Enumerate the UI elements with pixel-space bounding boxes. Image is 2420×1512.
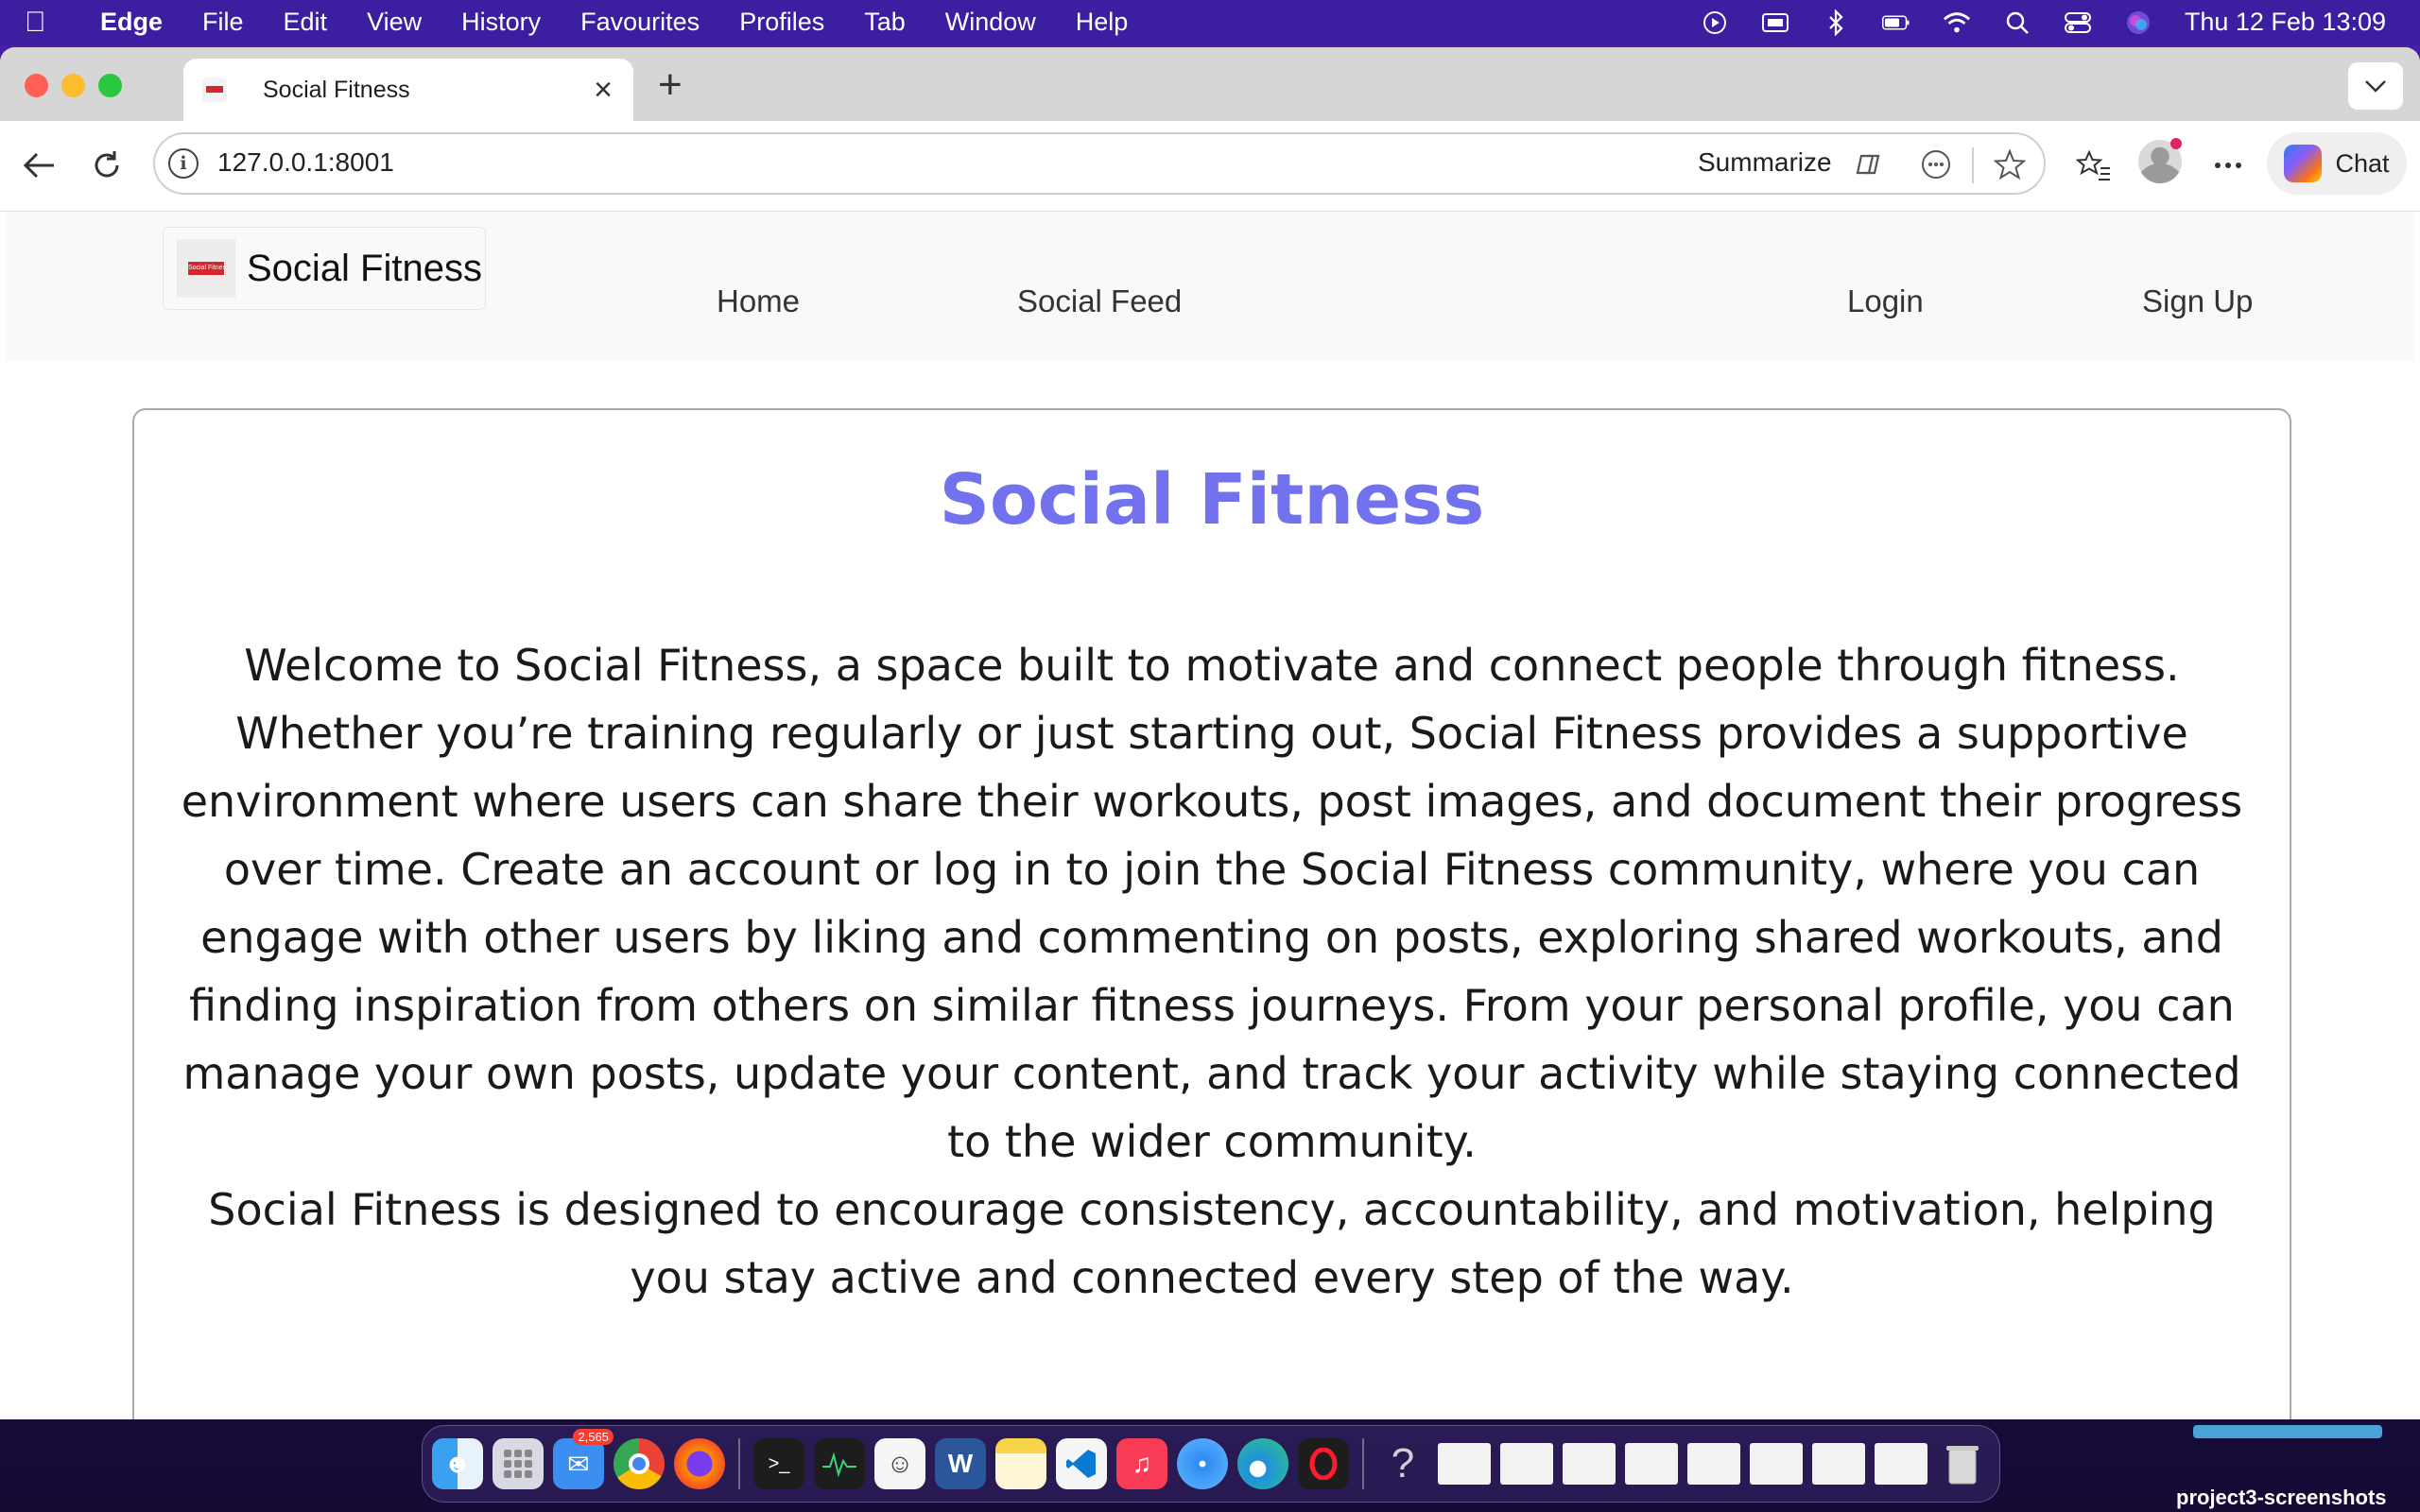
minimized-window-thumbnail[interactable] [1500, 1443, 1553, 1485]
mail-badge: 2,565 [573, 1429, 614, 1445]
menu-bar-status-area: Thu 12 Feb 13:09 [1701, 0, 2386, 44]
summarize-button[interactable]: Summarize [1698, 147, 1832, 178]
bluetooth-icon[interactable] [1822, 9, 1850, 36]
screen-mirroring-icon[interactable] [1761, 10, 1789, 35]
new-tab-plus-icon[interactable]: + [658, 64, 683, 106]
word-icon[interactable]: W [935, 1438, 986, 1489]
welcome-paragraph: Welcome to Social Fitness, a space built… [181, 640, 2243, 1167]
minimized-window-thumbnail[interactable] [1750, 1443, 1803, 1485]
web-page: Social Fitness Social Fitness Home Socia… [6, 212, 2414, 1419]
favourite-star-icon[interactable] [1991, 146, 2029, 183]
back-arrow-icon[interactable] [15, 142, 62, 189]
site-favicon-icon [202, 77, 227, 102]
control-center-icon[interactable] [2064, 10, 2092, 35]
menu-view[interactable]: View [367, 8, 422, 37]
welcome-card: Social Fitness Welcome to Social Fitness… [132, 408, 2291, 1419]
minimized-window-thumbnail[interactable] [1438, 1443, 1491, 1485]
nav-login-link[interactable]: Login [1847, 284, 1924, 319]
favourites-list-icon[interactable] [2070, 142, 2118, 189]
vscode-icon[interactable] [1056, 1438, 1107, 1489]
launchpad-icon[interactable] [493, 1438, 544, 1489]
activity-monitor-icon[interactable] [814, 1438, 865, 1489]
url-text[interactable]: 127.0.0.1:8001 [217, 147, 394, 178]
edge-icon[interactable] [1237, 1438, 1288, 1489]
tab-social-fitness[interactable]: Social Fitness × [183, 59, 633, 121]
notes-icon[interactable] [995, 1438, 1046, 1489]
terminal-icon[interactable]: >_ [753, 1438, 804, 1489]
mail-icon[interactable]: ✉ 2,565 [553, 1429, 614, 1489]
menu-tab[interactable]: Tab [864, 8, 906, 37]
page-title: Social Fitness [939, 459, 1485, 541]
address-bar[interactable]: i 127.0.0.1:8001 Summarize [153, 132, 2046, 195]
app-menu-edge[interactable]: Edge [100, 8, 163, 37]
tab-list-chevron-icon[interactable] [2348, 62, 2403, 110]
menu-file[interactable]: File [202, 8, 244, 37]
copilot-summarize-icon[interactable] [1849, 146, 1887, 183]
menu-window[interactable]: Window [945, 8, 1036, 37]
menu-bar-clock[interactable]: Thu 12 Feb 13:09 [2185, 8, 2386, 37]
macos-dock: ☻ ✉ 2,565 >_ ☺ W ♫ ? [422, 1425, 2000, 1503]
welcome-text: Welcome to Social Fitness, a space built… [174, 631, 2250, 1312]
brand-logo-text: Social Fitness [188, 262, 224, 275]
browser-toolbar: i 127.0.0.1:8001 Summarize Chat [0, 121, 2420, 212]
help-icon[interactable]: ? [1377, 1438, 1428, 1489]
menu-history[interactable]: History [461, 8, 541, 37]
wifi-icon[interactable] [1943, 10, 1971, 35]
window-zoom-button[interactable] [98, 74, 122, 97]
settings-more-icon[interactable] [2204, 142, 2252, 189]
profile-notification-dot [2170, 138, 2182, 149]
emoji-app-icon[interactable]: ☺ [874, 1438, 925, 1489]
motivation-paragraph: Social Fitness is designed to encourage … [208, 1184, 2216, 1303]
brand-name: Social Fitness [247, 247, 482, 289]
copilot-chat-button[interactable]: Chat [2267, 132, 2407, 195]
music-icon[interactable]: ♫ [1116, 1438, 1167, 1489]
browser-window: Social Fitness × + i 127.0.0.1:8001 Summ… [0, 47, 2420, 1419]
nav-home-link[interactable]: Home [717, 284, 800, 319]
tab-close-icon[interactable]: × [586, 72, 620, 109]
minimized-window-thumbnail[interactable] [1687, 1443, 1740, 1485]
dock-separator [738, 1438, 740, 1489]
minimized-window-thumbnail[interactable] [1625, 1443, 1678, 1485]
menu-profiles[interactable]: Profiles [739, 8, 824, 37]
minimized-window-thumbnail[interactable] [1563, 1443, 1616, 1485]
nav-social-feed-link[interactable]: Social Feed [1017, 284, 1182, 319]
copilot-icon [2284, 145, 2323, 182]
menu-edit[interactable]: Edit [284, 8, 328, 37]
minimized-window-thumbnail[interactable] [1812, 1443, 1865, 1485]
address-bar-divider [1972, 147, 1974, 183]
battery-icon[interactable] [1881, 10, 1910, 35]
menu-favourites[interactable]: Favourites [580, 8, 700, 37]
firefox-icon[interactable] [674, 1438, 725, 1489]
site-info-icon[interactable]: i [168, 148, 199, 179]
tab-title: Social Fitness [263, 76, 410, 103]
macos-menu-bar:  Edge File Edit View History Favourites… [0, 0, 2420, 44]
menu-help[interactable]: Help [1076, 8, 1129, 37]
brand-link[interactable]: Social Fitness Social Fitness [163, 227, 486, 310]
opera-icon[interactable] [1298, 1438, 1349, 1489]
refresh-icon[interactable] [83, 142, 130, 189]
brand-logo: Social Fitness [177, 239, 235, 298]
trash-icon[interactable] [1937, 1438, 1988, 1489]
nav-signup-link[interactable]: Sign Up [2142, 284, 2253, 319]
finder-icon[interactable]: ☻ [432, 1438, 483, 1489]
chrome-icon[interactable] [614, 1438, 665, 1489]
apple-menu-icon[interactable]:  [25, 7, 79, 39]
minimized-window-thumbnail[interactable] [1875, 1443, 1927, 1485]
more-page-actions-icon[interactable] [1917, 146, 1955, 183]
desktop-folder-icon[interactable] [2193, 1425, 2382, 1438]
window-minimize-button[interactable] [61, 74, 85, 97]
site-navbar: Social Fitness Social Fitness Home Socia… [6, 212, 2414, 361]
desktop-folder-label[interactable]: project3-screenshots [2176, 1486, 2387, 1510]
window-close-button[interactable] [25, 74, 48, 97]
tab-strip: Social Fitness × + [0, 47, 2420, 121]
safari-icon[interactable] [1177, 1438, 1228, 1489]
chat-label: Chat [2335, 148, 2390, 178]
spotlight-search-icon[interactable] [2003, 10, 2031, 35]
dock-separator [1362, 1438, 1364, 1489]
siri-icon[interactable] [2124, 10, 2152, 35]
play-status-icon[interactable] [1701, 10, 1729, 35]
